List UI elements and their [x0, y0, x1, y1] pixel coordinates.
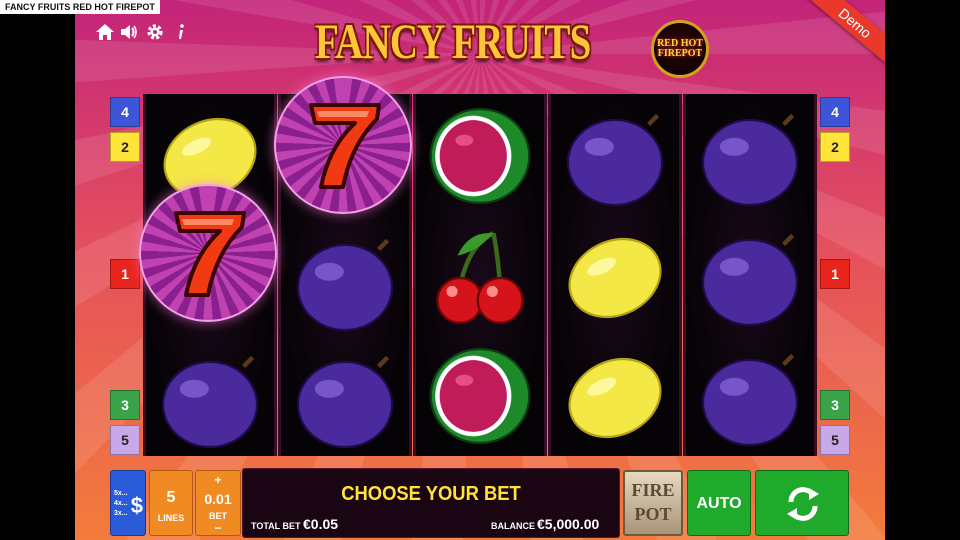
info-panel: CHOOSE YOUR BET TOTAL BET €0.05 BALANCE …: [242, 468, 620, 538]
lemon-symbol: [559, 342, 671, 454]
plum-symbol: [694, 102, 806, 214]
payline-left-3[interactable]: 3: [110, 390, 140, 420]
bet-button[interactable]: + 0.01 BET −: [195, 470, 241, 536]
reels-area: [139, 76, 817, 456]
reel-3: [413, 94, 547, 456]
status-message: CHOOSE YOUR BET: [341, 483, 521, 505]
payline-right-5[interactable]: 5: [820, 425, 850, 455]
control-bar: 5x... 4x... 3x... $ 5 LINES + 0.01 BET −…: [105, 466, 855, 538]
spin-arrows-icon: [787, 487, 819, 521]
cherries-symbol: [424, 222, 536, 334]
plum-symbol: [694, 222, 806, 334]
lines-button[interactable]: 5 LINES: [149, 470, 193, 536]
game-logo: FANCY FRUITS: [315, 13, 591, 69]
lines-value: 5: [166, 489, 176, 506]
lines-label: LINES: [157, 513, 185, 523]
auto-button[interactable]: AUTO: [687, 470, 751, 536]
firepot-badge: RED HOT FIREPOT: [651, 20, 709, 78]
multiplier-line: 4x...: [114, 500, 128, 507]
payline-right-4[interactable]: 4: [820, 97, 850, 127]
bet-plus-icon[interactable]: +: [196, 473, 240, 487]
dollar-icon: $: [130, 493, 143, 518]
multiplier-line: 5x...: [114, 490, 128, 497]
spin-button[interactable]: [755, 470, 849, 536]
bet-label: BET: [209, 511, 227, 521]
watermelon-symbol: [424, 340, 536, 452]
balance-value: €5,000.00: [537, 516, 600, 532]
plum-symbol: [154, 344, 266, 456]
info-icon[interactable]: [171, 22, 191, 42]
seven-symbol-expanded: [274, 76, 412, 214]
plum-symbol: [289, 227, 401, 339]
bet-minus-icon[interactable]: −: [196, 521, 240, 535]
payline-left-5[interactable]: 5: [110, 425, 140, 455]
seven-symbol-expanded: [139, 184, 277, 322]
plum-symbol: [289, 344, 401, 456]
bet-value: 0.01: [204, 491, 232, 507]
reel-5: [683, 94, 817, 456]
payline-right-1[interactable]: 1: [820, 259, 850, 289]
game-stage: FANCY FRUITS RED HOT FIREPOT Demo 4 2 1 …: [75, 0, 885, 540]
watermelon-symbol: [424, 100, 536, 212]
total-bet-value: €0.05: [303, 516, 339, 532]
plum-symbol: [694, 342, 806, 454]
speaker-icon[interactable]: [119, 22, 139, 42]
window-title: FANCY FRUITS RED HOT FIREPOT: [0, 0, 160, 14]
demo-ribbon: Demo: [801, 0, 885, 70]
reel-4: [548, 94, 682, 456]
firepot-line2: POT: [634, 504, 672, 524]
balance-label: BALANCE: [491, 521, 535, 531]
badge-line2: FIREPOT: [657, 48, 703, 59]
multiplier-line: 3x...: [114, 510, 128, 517]
payline-left-4[interactable]: 4: [110, 97, 140, 127]
firepot-button[interactable]: FIRE POT: [623, 470, 683, 536]
payline-left-1[interactable]: 1: [110, 259, 140, 289]
firepot-line1: FIRE: [631, 480, 675, 500]
home-icon[interactable]: [95, 22, 115, 42]
payline-left-2[interactable]: 2: [110, 132, 140, 162]
total-bet-label: TOTAL BET: [251, 521, 301, 531]
payline-right-3[interactable]: 3: [820, 390, 850, 420]
paytable-button[interactable]: 5x... 4x... 3x... $: [110, 470, 146, 536]
lemon-symbol: [559, 222, 671, 334]
plum-symbol: [559, 102, 671, 214]
gear-icon[interactable]: [145, 22, 165, 42]
payline-right-2[interactable]: 2: [820, 132, 850, 162]
